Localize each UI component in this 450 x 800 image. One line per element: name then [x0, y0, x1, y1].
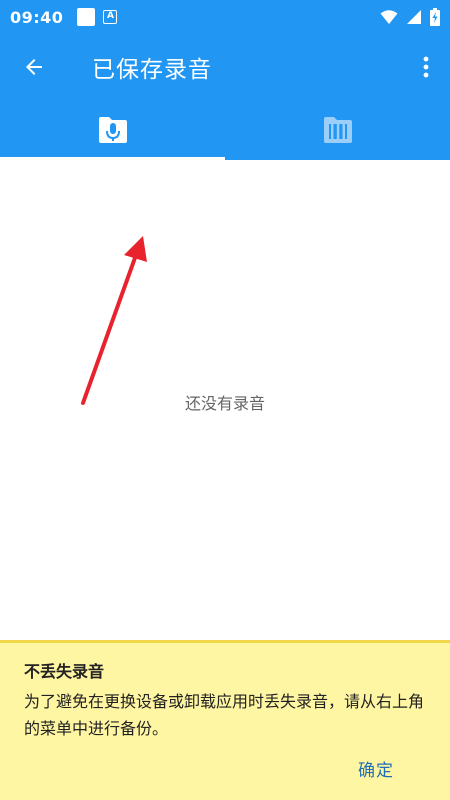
banner-title: 不丢失录音 — [24, 662, 105, 681]
backup-banner: 不丢失录音 为了避免在更换设备或卸载应用时丢失录音，请从右上角的菜单中进行备份。… — [0, 640, 450, 800]
banner-body: 为了避免在更换设备或卸载应用时丢失录音，请从右上角的菜单中进行备份。 — [24, 692, 425, 738]
confirm-button[interactable]: 确定 — [358, 756, 394, 781]
screen: 09:40 A 已保存录音 还没有录音 不丢失录音 为了避免在更换设备或卸载应用… — [0, 0, 450, 800]
